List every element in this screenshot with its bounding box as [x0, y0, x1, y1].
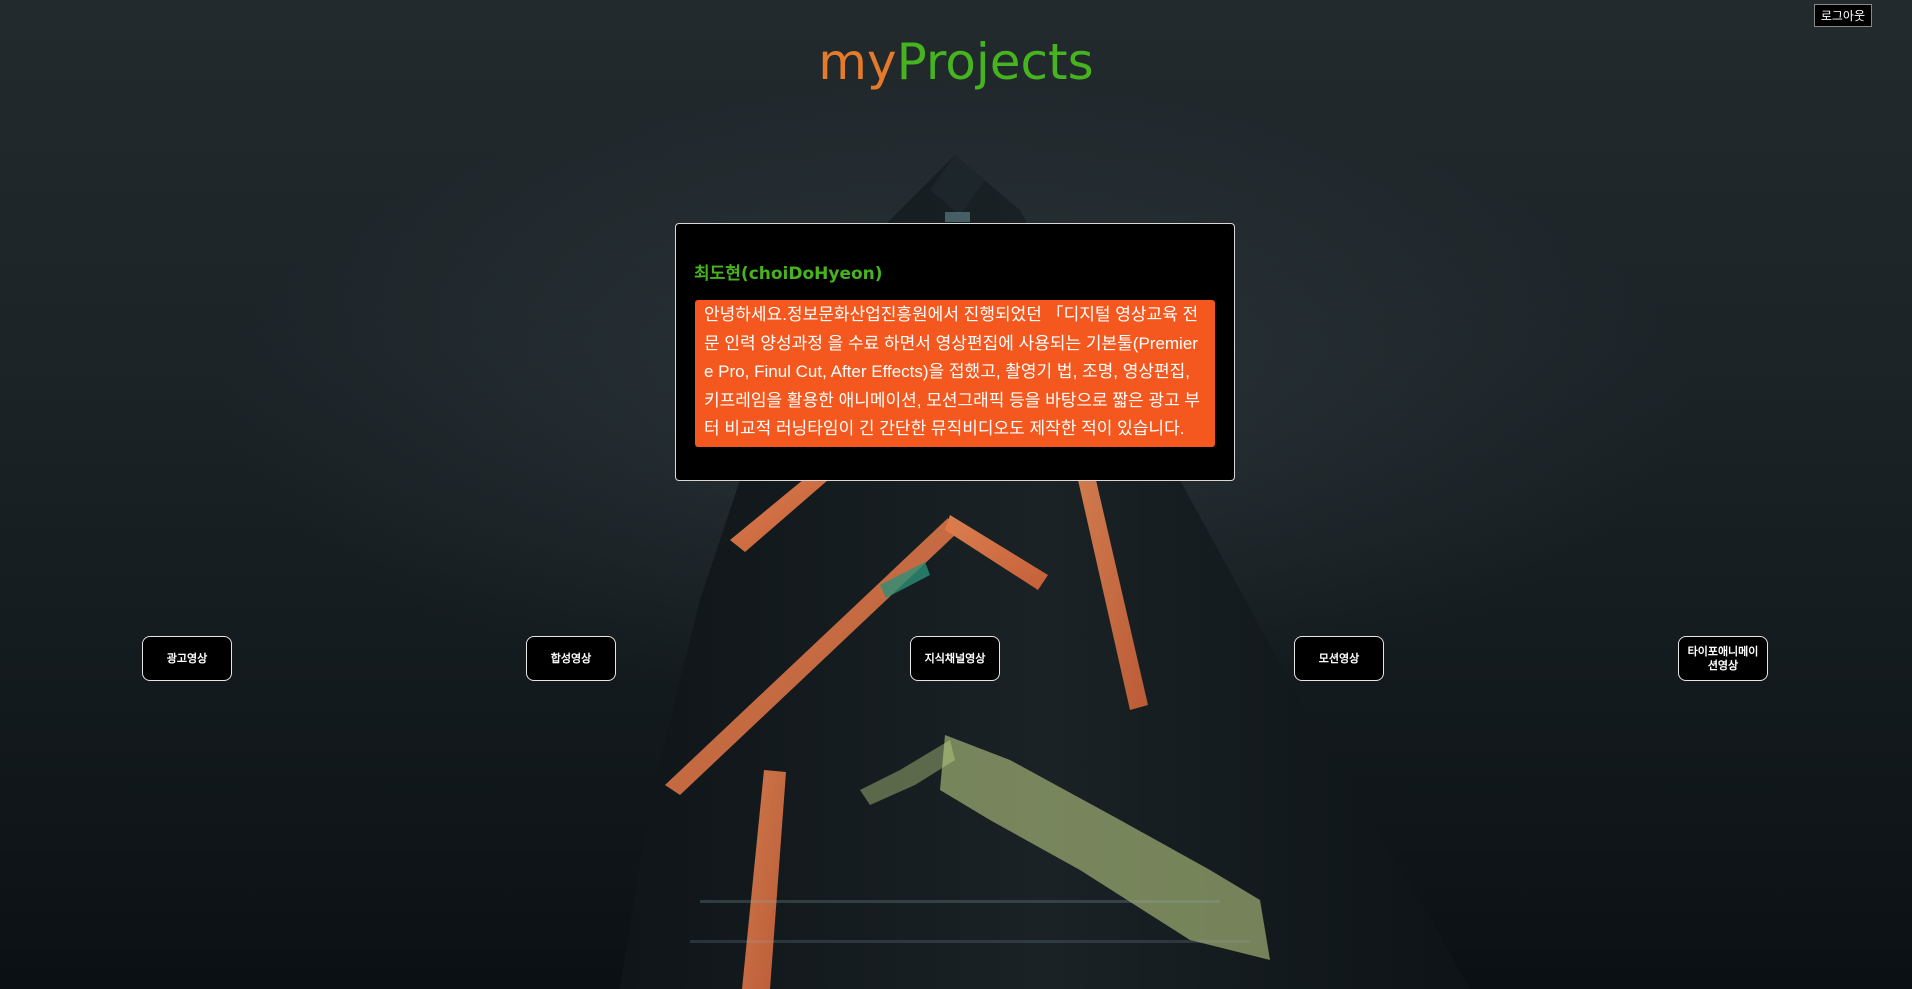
logout-button[interactable]: 로그아웃: [1813, 4, 1872, 27]
category-button-ad-video[interactable]: 광고영상: [142, 636, 232, 681]
category-button-motion-video[interactable]: 모션영상: [1294, 636, 1384, 681]
category-button-composite-video[interactable]: 합성영상: [526, 636, 616, 681]
site-title-my: my: [818, 33, 897, 91]
category-button-knowledge-channel-video[interactable]: 지식채널영상: [910, 636, 1000, 681]
background-building-photo: [620, 155, 1470, 989]
site-title-projects: Projects: [896, 33, 1094, 91]
profile-card: 최도현(choiDoHyeon) 안녕하세요.정보문화산업진흥원에서 진행되었던…: [675, 223, 1235, 481]
site-title: myProjects: [0, 30, 1912, 94]
profile-bio: 안녕하세요.정보문화산업진흥원에서 진행되었던 「디지털 영상교육 전문 인력 …: [695, 300, 1215, 447]
profile-name: 최도현(choiDoHyeon): [694, 264, 883, 284]
category-button-typo-animation-video[interactable]: 타이포애니메이션영상: [1678, 636, 1768, 681]
